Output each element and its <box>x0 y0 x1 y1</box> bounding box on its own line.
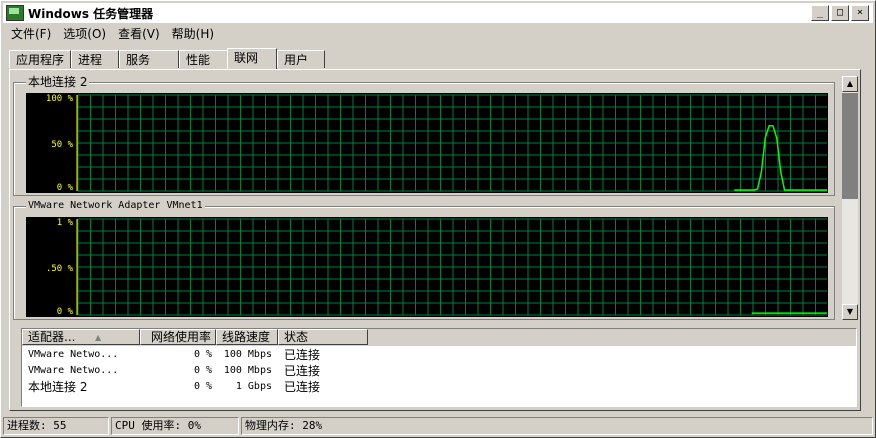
graph-title: 本地连接 2 <box>26 75 90 89</box>
connection-state: 已连接 <box>284 380 321 394</box>
task-manager-icon <box>6 5 24 21</box>
menu-view[interactable]: 查看(V) <box>112 24 166 42</box>
column-state[interactable]: 状态 <box>278 329 368 345</box>
list-header: 适配器... ▲ 网络使用率 线路速度 状态 <box>22 329 856 346</box>
tab-services[interactable]: 服务 <box>119 50 179 68</box>
connection-state: 已连接 <box>284 364 321 378</box>
adapter-list[interactable]: 适配器... ▲ 网络使用率 线路速度 状态 VMware Netwo... 0… <box>21 328 857 407</box>
adapter-name: VMware Netwo... <box>28 349 119 360</box>
maximize-button[interactable]: □ <box>831 5 849 21</box>
adapter-name: 本地连接 2 <box>28 380 88 394</box>
list-item[interactable]: 本地连接 2 0 % 1 Gbps 已连接 <box>22 379 856 395</box>
title-bar[interactable]: Windows 任务管理器 _ □ × <box>3 3 873 23</box>
column-adapter[interactable]: 适配器... ▲ <box>22 329 140 345</box>
y-tick-label: .50 % <box>46 264 74 274</box>
connection-state: 已连接 <box>284 348 321 362</box>
column-link-speed[interactable]: 线路速度 <box>216 329 278 345</box>
list-item[interactable]: VMware Netwo... 0 % 100 Mbps 已连接 <box>22 347 856 363</box>
status-bar: 进程数: 55 CPU 使用率: 0% 物理内存: 28% <box>3 415 873 435</box>
status-processes: 进程数: 55 <box>3 417 109 435</box>
minimize-button[interactable]: _ <box>811 5 829 21</box>
scroll-thumb[interactable] <box>842 93 858 199</box>
link-speed: 100 Mbps <box>223 349 272 360</box>
tab-networking[interactable]: 联网 <box>227 48 277 69</box>
scroll-up-button[interactable]: ▲ <box>842 76 858 92</box>
menu-help[interactable]: 帮助(H) <box>166 24 220 42</box>
tab-processes[interactable]: 进程 <box>71 50 119 68</box>
tab-applications[interactable]: 应用程序 <box>9 50 71 68</box>
network-graph: 1 % .50 % 0 % <box>26 217 828 317</box>
column-label: 适配器... <box>28 330 76 344</box>
scroll-down-button[interactable]: ▼ <box>842 304 858 320</box>
status-memory: 物理内存: 28% <box>241 417 873 435</box>
adapter-name: VMware Netwo... <box>28 365 119 376</box>
graph-box-local-connection: 本地连接 2 100 % 50 % 0 % <box>13 75 835 196</box>
graphs-scroll-area: 本地连接 2 100 % 50 % 0 % VMware Network Adapt… <box>13 73 839 323</box>
sort-ascending-icon: ▲ <box>95 333 102 342</box>
menu-options[interactable]: 选项(O) <box>57 24 112 42</box>
y-tick-label: 0 % <box>57 183 74 193</box>
y-tick-label: 50 % <box>51 140 73 150</box>
tab-performance[interactable]: 性能 <box>179 50 229 68</box>
network-usage: 0 % <box>193 381 212 392</box>
list-item[interactable]: VMware Netwo... 0 % 100 Mbps 已连接 <box>22 363 856 379</box>
tab-users[interactable]: 用户 <box>277 50 325 68</box>
graph-box-vmnet1: VMware Network Adapter VMnet1 1 % .50 % 0 … <box>13 199 835 320</box>
y-tick-label: 0 % <box>57 307 74 317</box>
status-cpu-usage: CPU 使用率: 0% <box>111 417 239 435</box>
menu-file[interactable]: 文件(F) <box>5 24 57 42</box>
link-speed: 1 Gbps <box>235 381 272 392</box>
window-title: Windows 任务管理器 <box>28 6 154 21</box>
graph-title: VMware Network Adapter VMnet1 <box>26 199 205 213</box>
network-usage: 0 % <box>193 365 212 376</box>
menu-bar: 文件(F) 选项(O) 查看(V) 帮助(H) <box>5 24 220 42</box>
y-tick-label: 1 % <box>57 218 74 228</box>
task-manager-window: Windows 任务管理器 _ □ × 文件(F) 选项(O) 查看(V) 帮助… <box>0 0 876 438</box>
column-network-usage[interactable]: 网络使用率 <box>140 329 216 345</box>
network-usage: 0 % <box>193 349 212 360</box>
close-button[interactable]: × <box>851 5 869 21</box>
graphs-vertical-scrollbar[interactable]: ▲ ▼ <box>842 76 858 320</box>
y-tick-label: 100 % <box>46 94 74 104</box>
link-speed: 100 Mbps <box>223 365 272 376</box>
network-graph: 100 % 50 % 0 % <box>26 93 828 193</box>
